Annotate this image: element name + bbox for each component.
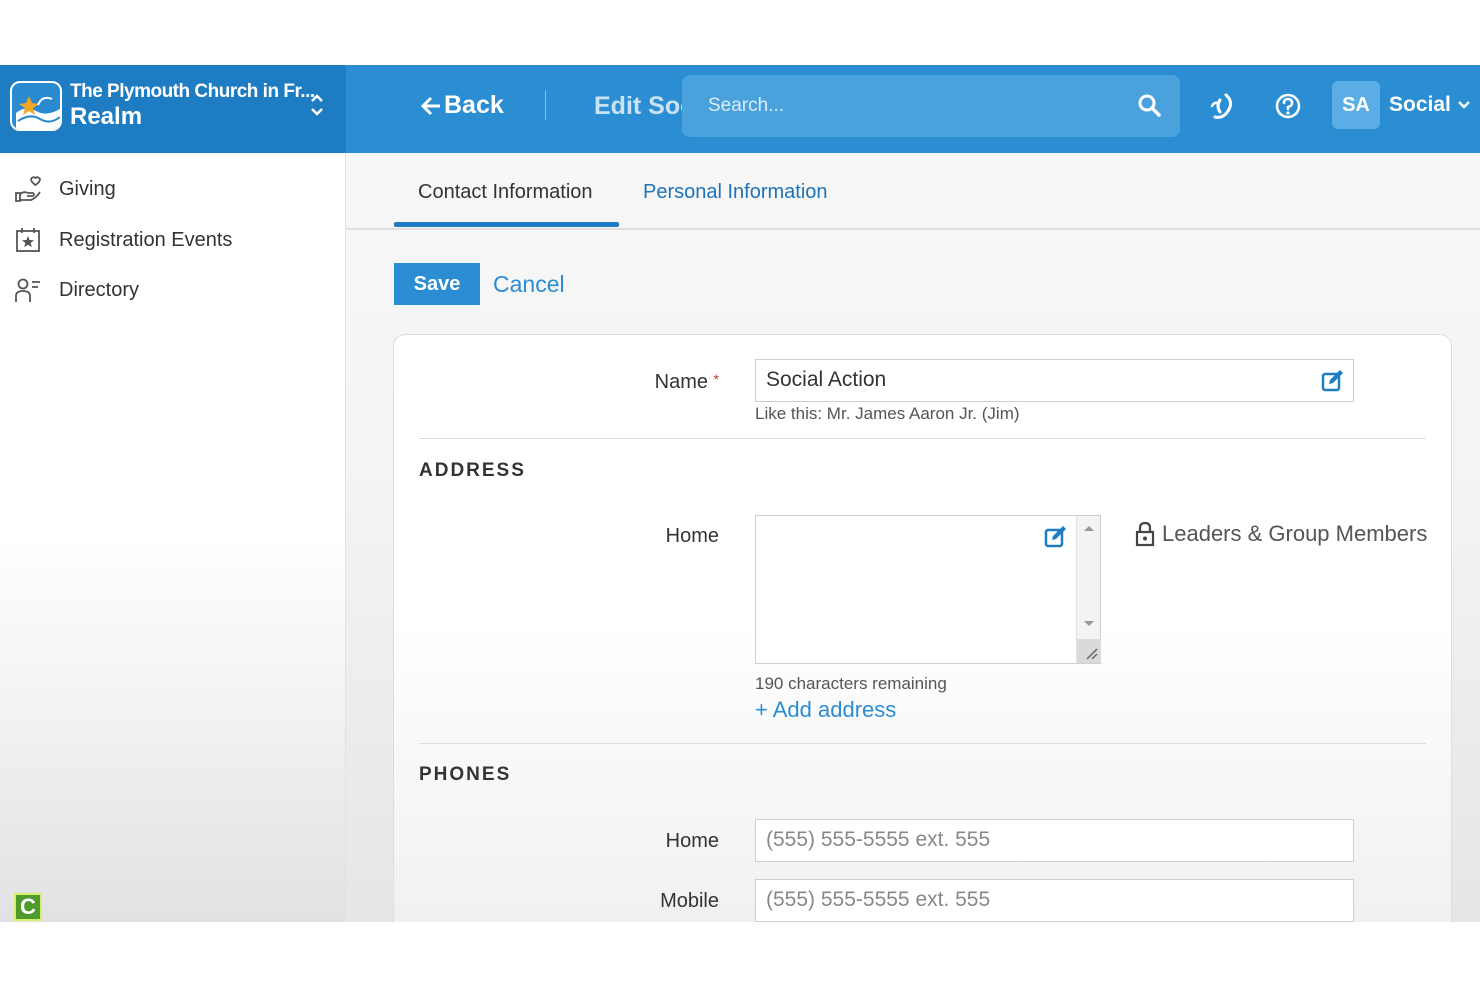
chars-remaining: 190 characters remaining [755,674,947,693]
header-divider [545,90,546,120]
search-icon[interactable] [1137,93,1163,124]
resize-handle-icon[interactable] [1077,639,1101,663]
giving-hand-heart-icon [14,175,42,203]
realm-logo-icon [10,81,62,131]
name-hint: Like this: Mr. James Aaron Jr. (Jim) [755,404,1020,423]
textarea-scrollbar[interactable] [1076,516,1101,663]
add-address-link[interactable]: + Add address [755,697,896,723]
name-input[interactable] [766,368,1306,392]
sidebar-item-label: Directory [59,278,140,301]
scroll-up-icon[interactable] [1083,524,1095,532]
active-tab-indicator [394,222,619,227]
help-icon[interactable] [1274,92,1302,125]
cancel-button[interactable]: Cancel [493,271,565,298]
org-switcher[interactable]: The Plymouth Church in Fr... Realm [0,65,346,153]
phone-mobile-input[interactable] [766,888,1306,912]
save-button[interactable]: Save [394,263,480,305]
sidebar: Giving Registration Events Directory C [0,153,346,922]
phone-home-field [755,819,1354,862]
search-bar [682,75,1180,137]
user-menu[interactable]: Social [1389,93,1471,117]
sidebar-item-registration-events[interactable]: Registration Events [14,226,232,254]
privacy-setting[interactable]: Leaders & Group Members [1134,521,1427,547]
sidebar-item-label: Giving [59,177,116,200]
privacy-label: Leaders & Group Members [1162,521,1428,546]
sidebar-item-label: Registration Events [59,228,233,251]
app-window: The Plymouth Church in Fr... Realm Back … [0,65,1480,922]
phone-mobile-field [755,879,1354,922]
giving-flame-icon[interactable] [1208,92,1236,127]
person-list-icon [14,276,42,304]
edit-icon[interactable] [1321,369,1345,398]
org-name: The Plymouth Church in Fr... [70,81,315,102]
section-divider [419,743,1426,744]
chevron-up-down-icon[interactable] [306,91,328,120]
address-home-label: Home [665,525,719,547]
back-label: Back [444,91,504,119]
product-name: Realm [70,103,143,130]
phone-home-label: Home [665,830,719,852]
name-label-text: Name [654,371,708,393]
name-label: Name * [519,371,719,394]
section-divider [419,438,1426,439]
phones-section-title: PHONES [419,764,512,785]
main-content: Contact Information Personal Information… [346,153,1480,922]
name-field [755,359,1354,402]
phone-home-input[interactable] [766,828,1306,852]
address-textarea[interactable] [755,515,1101,664]
lock-icon [1135,521,1155,547]
page-title: Edit Social Action [594,92,684,120]
required-mark: * [713,371,719,387]
address-section-title: ADDRESS [419,460,526,481]
search-input[interactable] [708,95,1128,117]
phone-mobile-label: Mobile [660,890,719,912]
back-button[interactable]: Back [420,91,504,120]
tab-bar: Contact Information Personal Information [346,153,1480,230]
edit-icon[interactable] [1044,525,1068,554]
sidebar-item-giving[interactable]: Giving [14,175,116,203]
calendar-star-icon [14,226,42,254]
tab-contact-information[interactable]: Contact Information [418,181,593,204]
sidebar-item-directory[interactable]: Directory [14,276,139,304]
scroll-down-icon[interactable] [1083,620,1095,628]
user-label: Social [1389,93,1451,116]
tab-personal-information[interactable]: Personal Information [643,181,828,204]
chevron-down-icon [1457,101,1470,109]
c-badge[interactable]: C [14,893,42,921]
contact-form-card: Name * Like this: Mr. James Aaron Jr. (J… [393,334,1452,922]
avatar[interactable]: SA [1332,81,1380,129]
arrow-left-icon [420,96,440,115]
top-header: The Plymouth Church in Fr... Realm Back … [0,65,1480,153]
